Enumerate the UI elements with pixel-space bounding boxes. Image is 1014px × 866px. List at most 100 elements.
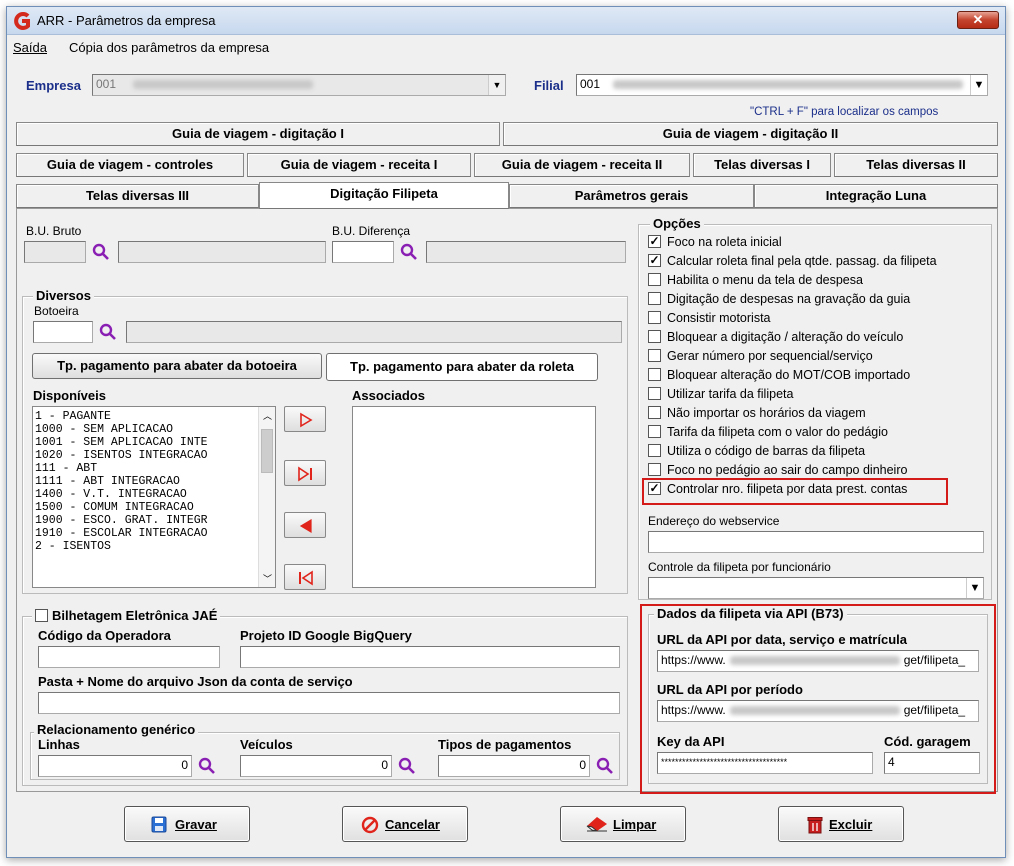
list-item[interactable]: 1111 - ABT INTEGRACAO bbox=[33, 475, 275, 488]
list-item[interactable]: 1001 - SEM APLICACAO INTE bbox=[33, 436, 275, 449]
tab-integracao-luna[interactable]: Integração Luna bbox=[754, 184, 998, 208]
search-icon[interactable] bbox=[398, 757, 416, 775]
option-habilita-menu-despesa[interactable]: Habilita o menu da tela de despesa bbox=[648, 273, 863, 292]
option-tarifa-pedagio[interactable]: Tarifa da filipeta com o valor do pedági… bbox=[648, 425, 888, 444]
option-nao-importar-horarios[interactable]: Não importar os horários da viagem bbox=[648, 406, 866, 425]
option-utilizar-tarifa[interactable]: Utilizar tarifa da filipeta bbox=[648, 387, 793, 406]
checkbox[interactable] bbox=[648, 311, 661, 325]
list-item[interactable]: 1400 - V.T. INTEGRACAO bbox=[33, 488, 275, 501]
tab-telas-diversas-i[interactable]: Telas diversas I bbox=[693, 153, 831, 177]
list-item[interactable]: 1910 - ESCOLAR INTEGRACAO bbox=[33, 527, 275, 540]
option-codigo-barras[interactable]: Utiliza o código de barras da filipeta bbox=[648, 444, 865, 463]
option-label: Gerar número por sequencial/serviço bbox=[667, 349, 873, 363]
menu-copia-parametros[interactable]: Cópia dos parâmetros da empresa bbox=[69, 40, 269, 55]
chevron-down-icon[interactable]: ▼ bbox=[970, 75, 987, 95]
checkbox[interactable] bbox=[648, 273, 661, 287]
chevron-down-icon[interactable]: ▼ bbox=[488, 75, 505, 95]
option-label: Habilita o menu da tela de despesa bbox=[667, 273, 863, 287]
remove-all-button[interactable] bbox=[284, 564, 326, 590]
controle-filipeta-select[interactable]: ▼ bbox=[648, 577, 984, 599]
cancelar-button[interactable]: Cancelar bbox=[342, 806, 468, 842]
gravar-label: Gravar bbox=[175, 817, 217, 832]
chevron-up-icon[interactable]: ︿ bbox=[263, 409, 272, 422]
empresa-select[interactable]: 001 ▼ bbox=[92, 74, 506, 96]
tp-pagamento-roleta-button[interactable]: Tp. pagamento para abater da roleta bbox=[326, 353, 598, 381]
trash-icon bbox=[807, 817, 823, 834]
search-icon[interactable] bbox=[198, 757, 216, 775]
checkbox[interactable] bbox=[648, 463, 661, 477]
bilhetagem-checkbox[interactable] bbox=[35, 609, 48, 623]
list-item[interactable]: 111 - ABT bbox=[33, 462, 275, 475]
search-icon[interactable] bbox=[92, 243, 110, 261]
tab-receita-ii[interactable]: Guia de viagem - receita II bbox=[474, 153, 690, 177]
tab-digitacao-ii[interactable]: Guia de viagem - digitação II bbox=[503, 122, 998, 146]
list-item[interactable]: 1500 - COMUM INTEGRACAO bbox=[33, 501, 275, 514]
webservice-input[interactable] bbox=[648, 531, 984, 553]
checkbox[interactable] bbox=[648, 349, 661, 363]
tab-telas-diversas-iii[interactable]: Telas diversas III bbox=[16, 184, 259, 208]
option-calcular-roleta[interactable]: ✓ Calcular roleta final pela qtde. passag… bbox=[648, 254, 937, 273]
menu-bar: Saída Cópia dos parâmetros da empresa bbox=[7, 35, 1005, 59]
botoeira-code[interactable] bbox=[33, 321, 93, 343]
list-scrollbar[interactable]: ︿ ﹀ bbox=[258, 407, 275, 587]
veiculos-input[interactable]: 0 bbox=[240, 755, 392, 777]
disponiveis-list[interactable]: 1 - PAGANTE 1000 - SEM APLICACAO 1001 - … bbox=[32, 406, 276, 588]
excluir-button[interactable]: Excluir bbox=[778, 806, 904, 842]
list-item[interactable]: 1900 - ESCO. GRAT. INTEGR bbox=[33, 514, 275, 527]
list-item[interactable]: 1 - PAGANTE bbox=[33, 410, 275, 423]
search-icon[interactable] bbox=[596, 757, 614, 775]
checkbox[interactable]: ✓ bbox=[648, 254, 661, 268]
checkbox[interactable]: ✓ bbox=[648, 235, 661, 249]
bu-bruto-code[interactable] bbox=[24, 241, 86, 263]
search-icon[interactable] bbox=[400, 243, 418, 261]
option-bloquear-veiculo[interactable]: Bloquear a digitação / alteração do veíc… bbox=[648, 330, 903, 349]
checkbox[interactable] bbox=[648, 406, 661, 420]
chevron-down-icon[interactable]: ▼ bbox=[966, 578, 983, 598]
excluir-label: Excluir bbox=[829, 817, 873, 832]
checkbox[interactable] bbox=[648, 444, 661, 458]
bu-diferenca-code[interactable] bbox=[332, 241, 394, 263]
checkbox[interactable] bbox=[648, 425, 661, 439]
linhas-input[interactable]: 0 bbox=[38, 755, 192, 777]
associados-list[interactable] bbox=[352, 406, 596, 588]
list-item[interactable]: 1000 - SEM APLICACAO bbox=[33, 423, 275, 436]
search-icon[interactable] bbox=[99, 323, 117, 341]
filial-label: Filial bbox=[534, 78, 564, 93]
veiculos-label: Veículos bbox=[240, 737, 293, 752]
checkbox[interactable] bbox=[648, 292, 661, 306]
list-item[interactable]: 2 - ISENTOS bbox=[33, 540, 275, 553]
eraser-icon bbox=[586, 817, 607, 832]
tipos-pagamentos-input[interactable]: 0 bbox=[438, 755, 590, 777]
empresa-code: 001 bbox=[96, 77, 117, 91]
limpar-button[interactable]: Limpar bbox=[560, 806, 686, 842]
option-digitacao-despesas[interactable]: Digitação de despesas na gravação da gui… bbox=[648, 292, 910, 311]
option-foco-roleta[interactable]: ✓ Foco na roleta inicial bbox=[648, 235, 782, 254]
pasta-json-input[interactable] bbox=[38, 692, 620, 714]
gravar-button[interactable]: Gravar bbox=[124, 806, 250, 842]
tab-parametros-gerais[interactable]: Parâmetros gerais bbox=[509, 184, 754, 208]
chevron-down-icon[interactable]: ﹀ bbox=[263, 572, 272, 585]
tp-pagamento-botoeira-button[interactable]: Tp. pagamento para abater da botoeira bbox=[32, 353, 322, 379]
scrollbar-thumb[interactable] bbox=[261, 429, 273, 473]
codigo-operadora-input[interactable] bbox=[38, 646, 220, 668]
tab-controles[interactable]: Guia de viagem - controles bbox=[16, 153, 244, 177]
projeto-id-input[interactable] bbox=[240, 646, 620, 668]
remove-item-button[interactable] bbox=[284, 512, 326, 538]
menu-saida[interactable]: Saída bbox=[13, 40, 47, 55]
tab-digitacao-i[interactable]: Guia de viagem - digitação I bbox=[16, 122, 500, 146]
option-gerar-numero[interactable]: Gerar número por sequencial/serviço bbox=[648, 349, 873, 368]
tab-digitacao-filipeta[interactable]: Digitação Filipeta bbox=[259, 182, 509, 209]
option-bloquear-mot-cob[interactable]: Bloquear alteração do MOT/COB importado bbox=[648, 368, 910, 387]
add-item-button[interactable] bbox=[284, 406, 326, 432]
bu-bruto-label: B.U. Bruto bbox=[26, 224, 82, 238]
add-all-button[interactable] bbox=[284, 460, 326, 486]
checkbox[interactable] bbox=[648, 330, 661, 344]
option-consistir-motorista[interactable]: Consistir motorista bbox=[648, 311, 771, 330]
tab-receita-i[interactable]: Guia de viagem - receita I bbox=[247, 153, 471, 177]
list-item[interactable]: 1020 - ISENTOS INTEGRACAO bbox=[33, 449, 275, 462]
close-button[interactable]: ✕ bbox=[957, 11, 999, 29]
checkbox[interactable] bbox=[648, 387, 661, 401]
tab-telas-diversas-ii[interactable]: Telas diversas II bbox=[834, 153, 998, 177]
filial-select[interactable]: 001 ▼ bbox=[576, 74, 988, 96]
checkbox[interactable] bbox=[648, 368, 661, 382]
